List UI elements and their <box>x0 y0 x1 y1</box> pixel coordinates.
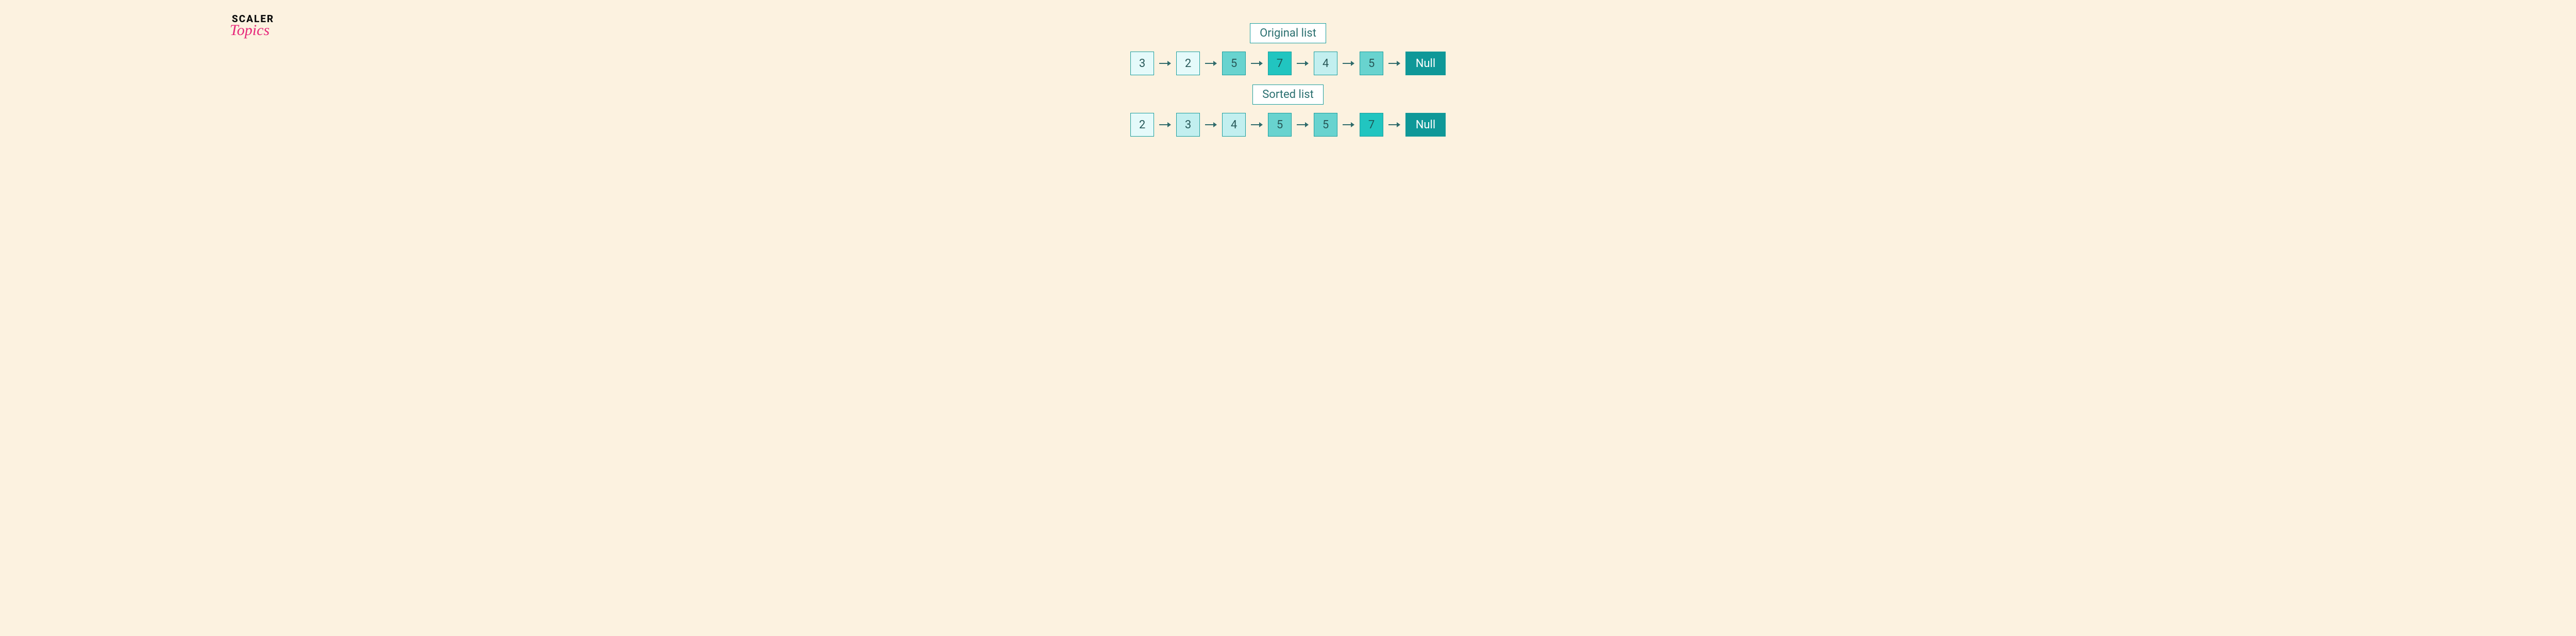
node-value: 7 <box>1368 119 1375 131</box>
list-node: 4 <box>1314 52 1337 75</box>
arrow-icon <box>1251 122 1263 127</box>
original-list-chain: 3 2 5 7 4 5 Null <box>1130 52 1446 75</box>
list-node: 5 <box>1268 113 1292 137</box>
list-node: 3 <box>1176 113 1200 137</box>
list-node: 5 <box>1222 52 1246 75</box>
arrow-icon <box>1388 61 1400 66</box>
list-node: 7 <box>1360 113 1383 137</box>
list-node: 3 <box>1130 52 1154 75</box>
arrow-icon <box>1251 61 1263 66</box>
node-value: 7 <box>1277 57 1283 70</box>
node-value: 4 <box>1231 119 1237 131</box>
list-node: 5 <box>1360 52 1383 75</box>
null-terminal: Null <box>1405 113 1446 137</box>
arrow-icon <box>1205 61 1217 66</box>
node-value: 2 <box>1139 119 1145 131</box>
original-list-block: Original list 3 2 5 7 4 5 Null <box>1130 23 1446 75</box>
null-terminal: Null <box>1405 52 1446 75</box>
arrow-icon <box>1388 122 1400 127</box>
sorted-list-chain: 2 3 4 5 5 7 Null <box>1130 113 1446 137</box>
arrow-icon <box>1297 122 1309 127</box>
sorted-list-block: Sorted list 2 3 4 5 5 7 Null <box>1130 85 1446 137</box>
arrow-icon <box>1159 61 1171 66</box>
list-node: 2 <box>1130 113 1154 137</box>
node-value: 5 <box>1231 57 1237 70</box>
diagram-stage: Original list 3 2 5 7 4 5 Null Sorted li… <box>0 23 2576 137</box>
node-value: 5 <box>1277 119 1283 131</box>
list-node: 4 <box>1222 113 1246 137</box>
arrow-icon <box>1343 122 1354 127</box>
arrow-icon <box>1297 61 1309 66</box>
scaler-topics-logo: SCALER Topics <box>232 13 274 39</box>
sorted-list-title: Sorted list <box>1252 85 1324 105</box>
list-node: 7 <box>1268 52 1292 75</box>
arrow-icon <box>1343 61 1354 66</box>
arrow-icon <box>1159 122 1171 127</box>
list-node: 2 <box>1176 52 1200 75</box>
logo-line-topics: Topics <box>230 22 274 39</box>
node-value: 3 <box>1139 57 1145 70</box>
list-node: 5 <box>1314 113 1337 137</box>
original-list-title: Original list <box>1250 23 1326 43</box>
node-value: 2 <box>1185 57 1191 70</box>
node-value: 3 <box>1185 119 1191 131</box>
node-value: 4 <box>1323 57 1329 70</box>
node-value: 5 <box>1368 57 1375 70</box>
arrow-icon <box>1205 122 1217 127</box>
node-value: 5 <box>1323 119 1329 131</box>
